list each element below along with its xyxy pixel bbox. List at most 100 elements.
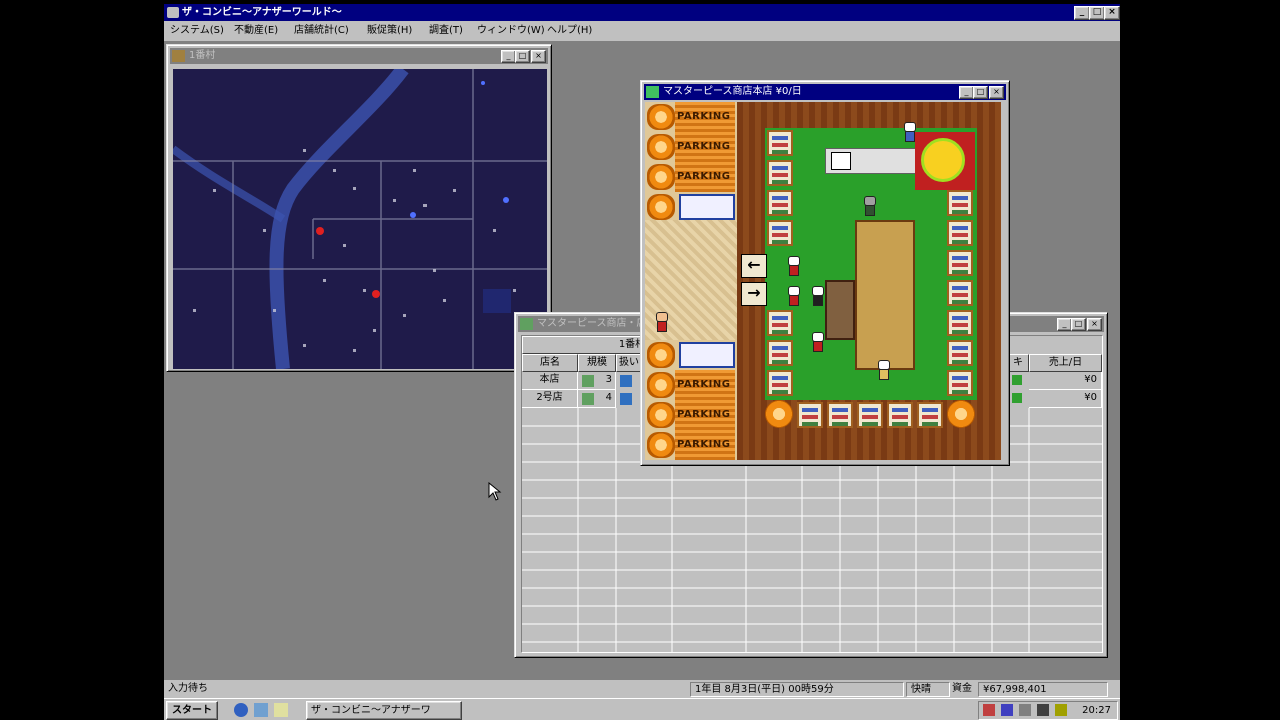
menu-realestate[interactable]: 不動産(E) — [234, 24, 278, 38]
product-shelf[interactable] — [947, 340, 973, 366]
parking-spot[interactable]: PARKING — [645, 370, 735, 400]
list-minimize-button[interactable]: _ — [1057, 318, 1072, 331]
product-shelf[interactable] — [767, 370, 793, 396]
menu-survey[interactable]: 調査(T) — [429, 24, 463, 38]
store-minimize-button[interactable]: _ — [959, 86, 974, 99]
product-shelf[interactable] — [767, 310, 793, 336]
clerk-character[interactable] — [903, 122, 916, 142]
barrel-icon — [647, 342, 675, 368]
maximize-button[interactable]: □ — [1089, 6, 1105, 20]
clock[interactable]: 20:27 — [1082, 702, 1111, 719]
taskbar-app-button[interactable]: ザ・コンビニ～アナザーワ — [306, 701, 462, 720]
product-shelf[interactable] — [917, 402, 943, 428]
system-tray: 20:27 — [978, 701, 1118, 720]
store-view-titlebar[interactable]: マスターピース商店本店 ¥0/日 _ □ × — [644, 84, 1006, 100]
channel-icon[interactable] — [274, 703, 288, 717]
menu-system[interactable]: システム(S) — [170, 24, 224, 38]
start-button[interactable]: スタート — [166, 701, 218, 720]
product-shelf[interactable] — [947, 250, 973, 276]
barrel-icon — [647, 402, 675, 428]
product-shelf[interactable] — [767, 340, 793, 366]
menu-store-stats[interactable]: 店舗統計(C) — [294, 24, 349, 38]
col-header-sales[interactable]: 売上/日 — [1029, 354, 1102, 372]
taskbar: スタート ザ・コンビニ～アナザーワ 20:27 — [164, 698, 1120, 720]
col-header-name[interactable]: 店名 — [522, 354, 578, 372]
store-view-title: マスターピース商店本店 ¥0/日 — [663, 86, 802, 97]
barrel-icon — [647, 104, 675, 130]
tray-icon[interactable] — [1001, 704, 1013, 716]
menu-help[interactable]: ヘルプ(H) — [547, 24, 592, 38]
status-icon — [1012, 393, 1022, 403]
staff-ring-icon — [921, 138, 965, 182]
list-maximize-button[interactable]: □ — [1071, 318, 1086, 331]
rival-marker — [503, 197, 509, 203]
store-close-button[interactable]: × — [989, 86, 1004, 99]
app-title: ザ・コンビニ～アナザーワールド～ — [182, 7, 342, 18]
menu-promotion[interactable]: 販促策(H) — [367, 24, 412, 38]
barrel-icon — [647, 164, 675, 190]
product-shelf[interactable] — [797, 402, 823, 428]
list-close-button[interactable]: × — [1087, 318, 1102, 331]
vending-machine-icon — [679, 194, 735, 220]
menu-window[interactable]: ウィンドウ(W) — [477, 24, 545, 38]
customer-character[interactable] — [811, 286, 824, 306]
map-close-button[interactable]: × — [531, 50, 546, 63]
store-maximize-button[interactable]: □ — [973, 86, 988, 99]
map-minimize-button[interactable]: _ — [501, 50, 516, 63]
store-type-icon — [582, 393, 594, 405]
product-shelf[interactable] — [857, 402, 883, 428]
col-header-handling[interactable]: 扱い — [616, 354, 642, 372]
product-shelf[interactable] — [947, 280, 973, 306]
status-funds-value: ¥67,998,401 — [978, 682, 1108, 697]
customer-character[interactable] — [877, 360, 890, 380]
customer-character[interactable] — [787, 286, 800, 306]
app-titlebar[interactable]: ザ・コンビニ～アナザーワールド～ _ □ × — [164, 4, 1120, 21]
tray-icon[interactable] — [1019, 704, 1031, 716]
village-map[interactable] — [173, 69, 547, 369]
product-shelf[interactable] — [827, 402, 853, 428]
customer-character[interactable] — [811, 332, 824, 352]
product-shelf[interactable] — [887, 402, 913, 428]
barrel-icon — [647, 432, 675, 458]
desktop-icon[interactable] — [254, 703, 268, 717]
product-shelf[interactable] — [947, 190, 973, 216]
customer-character[interactable] — [787, 256, 800, 276]
handling-icon — [620, 393, 632, 405]
col-header-k[interactable]: キ — [1007, 354, 1029, 372]
col-header-size[interactable]: 規模 — [578, 354, 616, 372]
tray-icon[interactable] — [983, 704, 995, 716]
product-shelf[interactable] — [947, 220, 973, 246]
row-store-name[interactable]: 本店 — [522, 372, 578, 390]
speaker-icon[interactable] — [1055, 704, 1067, 716]
parking-spot[interactable]: PARKING — [645, 430, 735, 460]
product-shelf[interactable] — [947, 370, 973, 396]
map-canvas[interactable] — [173, 69, 547, 369]
app-icon — [167, 7, 179, 18]
parking-spot[interactable]: PARKING — [645, 162, 735, 192]
parking-spot[interactable]: PARKING — [645, 102, 735, 132]
magazine-rack[interactable] — [825, 280, 855, 340]
start-label: スタート — [172, 705, 212, 716]
map-maximize-button[interactable]: □ — [515, 50, 530, 63]
map-window-titlebar[interactable]: 1番村 _ □ × — [170, 48, 548, 64]
store-floor-view[interactable]: PARKING PARKING PARKING PARKING PARKING … — [645, 102, 1001, 460]
customer-character[interactable] — [863, 196, 876, 216]
product-shelf[interactable] — [767, 160, 793, 186]
product-shelf[interactable] — [767, 220, 793, 246]
cash-register-icon — [831, 152, 851, 170]
product-shelf[interactable] — [947, 310, 973, 336]
close-button[interactable]: × — [1104, 6, 1120, 20]
row-store-name[interactable]: 2号店 — [522, 390, 578, 408]
minimize-button[interactable]: _ — [1074, 6, 1090, 20]
arrow-right-icon[interactable]: → — [741, 282, 767, 306]
product-shelf[interactable] — [767, 190, 793, 216]
parking-spot[interactable]: PARKING — [645, 132, 735, 162]
manager-badge[interactable] — [915, 132, 975, 190]
center-shelf-island[interactable] — [855, 220, 915, 370]
parking-spot[interactable]: PARKING — [645, 400, 735, 430]
arrow-left-icon[interactable]: ← — [741, 254, 767, 278]
customer-character[interactable] — [655, 312, 668, 332]
tray-icon[interactable] — [1037, 704, 1049, 716]
product-shelf[interactable] — [767, 130, 793, 156]
ie-icon[interactable] — [234, 703, 248, 717]
